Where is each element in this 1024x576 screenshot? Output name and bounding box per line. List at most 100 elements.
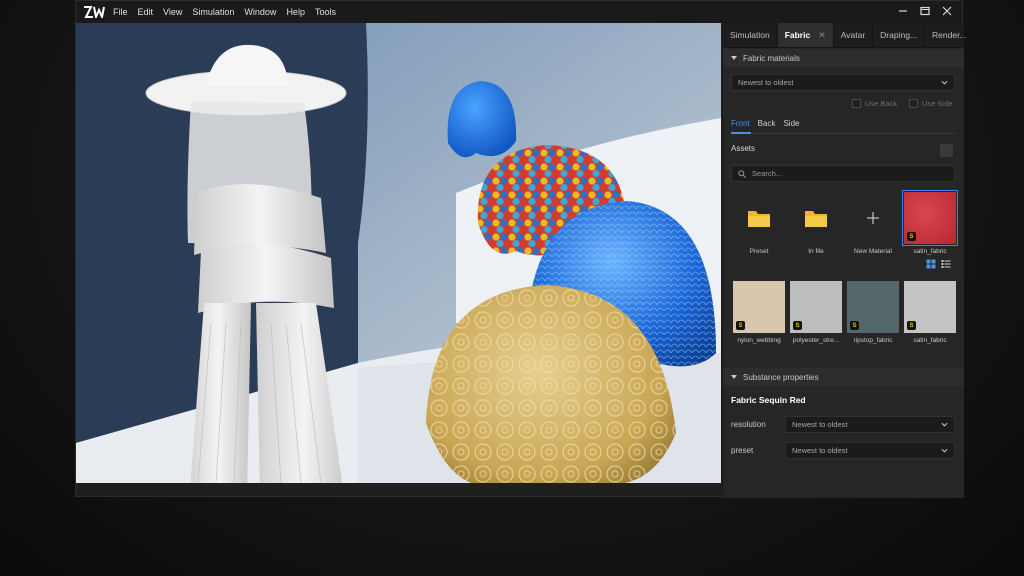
close-tab-icon[interactable]: ✕ (818, 30, 826, 41)
asset-nylon-webbing[interactable]: S nylon_webbing (733, 281, 785, 344)
folder-icon (748, 211, 770, 227)
asset-label: In file (808, 248, 824, 255)
search-icon (738, 170, 746, 178)
tab-avatar-label: Avatar (840, 30, 866, 40)
grid-view-icon[interactable] (926, 259, 936, 269)
menu-bar: File Edit View Simulation Window Help To… (112, 5, 337, 19)
substance-badge-icon: S (907, 232, 916, 241)
side-subtabs: Front Back Side (731, 119, 799, 128)
substance-properties-header[interactable]: Substance properties (723, 368, 964, 386)
substance-badge-icon: S (907, 321, 916, 330)
asset-thumb: S (733, 281, 785, 333)
substance-badge-icon: S (850, 321, 859, 330)
substance-badge-icon: S (793, 321, 802, 330)
chevron-down-icon (941, 422, 948, 427)
3d-viewport[interactable] (76, 23, 721, 483)
maximize-button[interactable] (918, 4, 932, 18)
menu-tools[interactable]: Tools (314, 5, 337, 19)
checkbox-box (909, 99, 918, 108)
plus-icon (867, 212, 879, 224)
preset-dropdown-value: Newest to oldest (792, 446, 848, 455)
properties-panel: Simulation Fabric ✕ Avatar Draping... Re… (722, 23, 975, 498)
view-mode-toggle (926, 259, 951, 269)
menu-window[interactable]: Window (243, 5, 277, 19)
asset-label: nylon_webbing (737, 337, 781, 344)
tab-draping[interactable]: Draping... (873, 23, 926, 47)
asset-thumb: S (790, 281, 842, 333)
substance-properties-title: Substance properties (743, 372, 819, 382)
sort-dropdown-value: Newest to oldest (738, 78, 794, 87)
resolution-label: resolution (731, 420, 766, 429)
tab-draping-label: Draping... (880, 30, 918, 40)
tab-fabric-label: Fabric (784, 30, 811, 40)
asset-label: satin_fabric (913, 337, 947, 344)
asset-label: satin_fabric (913, 248, 947, 255)
window-controls (896, 4, 954, 18)
assets-label: Assets (731, 144, 756, 153)
asset-label: polyester_stre... (792, 337, 840, 344)
use-side-label: Use Side (922, 99, 953, 108)
fabric-materials-header[interactable]: Fabric materials (723, 49, 964, 67)
list-view-icon[interactable] (941, 259, 951, 269)
minimize-button[interactable] (896, 4, 910, 18)
asset-thumb: S (847, 281, 899, 333)
asset-satin-fabric-selected[interactable]: S satin_fabric (902, 190, 958, 255)
asset-label: ripstop_fabric (853, 337, 893, 344)
asset-thumb (733, 192, 785, 244)
preset-label: preset (731, 446, 754, 455)
asset-preset[interactable]: Preset (733, 192, 785, 255)
subtab-active-indicator (731, 132, 751, 134)
panel-tabs: Simulation Fabric ✕ Avatar Draping... Re… (723, 23, 975, 48)
menu-simulation[interactable]: Simulation (191, 5, 235, 19)
menu-file[interactable]: File (112, 5, 129, 19)
close-window-button[interactable] (940, 4, 954, 18)
tab-simulation[interactable]: Simulation (723, 23, 778, 47)
maximize-icon (920, 6, 930, 16)
asset-thumb (790, 192, 842, 244)
fabric-materials-title: Fabric materials (743, 53, 800, 63)
preset-dropdown[interactable]: Newest to oldest (785, 442, 955, 459)
app-logo-icon (84, 6, 105, 18)
asset-thumb: S (902, 190, 958, 246)
menu-help[interactable]: Help (285, 5, 306, 19)
tab-render[interactable]: Render... (925, 23, 975, 47)
resolution-dropdown-value: Newest to oldest (792, 420, 848, 429)
asset-thumb: S (904, 281, 956, 333)
asset-satin-fabric-grey[interactable]: S satin_fabric (904, 281, 956, 344)
asset-new-material[interactable]: New Material (847, 192, 899, 255)
menu-view[interactable]: View (162, 5, 183, 19)
tab-simulation-label: Simulation (730, 30, 770, 40)
resolution-dropdown[interactable]: Newest to oldest (785, 416, 955, 433)
use-back-label: Use Back (865, 99, 898, 108)
search-placeholder: Search... (752, 169, 783, 178)
collapse-triangle-icon (731, 56, 737, 60)
substance-badge-icon: S (736, 321, 745, 330)
close-icon (942, 6, 952, 16)
use-side-checkbox[interactable]: Use Side (909, 99, 952, 108)
collapse-triangle-icon (731, 375, 737, 379)
subtabs-divider (731, 133, 957, 134)
asset-label: New Material (854, 248, 892, 255)
asset-polyester-stretch[interactable]: S polyester_stre... (790, 281, 842, 344)
sort-dropdown[interactable]: Newest to oldest (731, 74, 955, 91)
app-window: File Edit View Simulation Window Help To… (75, 0, 975, 498)
asset-ripstop-fabric[interactable]: S ripstop_fabric (847, 281, 899, 344)
tab-render-label: Render... (932, 30, 967, 40)
tab-fabric[interactable]: Fabric ✕ (777, 23, 834, 47)
assets-options-button[interactable] (940, 144, 953, 157)
substance-material-name: Fabric Sequin Red (731, 395, 806, 405)
viewport-scene (76, 23, 721, 483)
folder-icon (805, 211, 827, 227)
tab-avatar[interactable]: Avatar (834, 23, 874, 47)
asset-in-file[interactable]: In file (790, 192, 842, 255)
title-bar: File Edit View Simulation Window Help To… (76, 1, 962, 23)
chevron-down-icon (941, 80, 948, 85)
use-back-checkbox[interactable]: Use Back (852, 99, 897, 108)
subtab-side[interactable]: Side (783, 119, 799, 128)
subtab-front[interactable]: Front (731, 119, 750, 128)
asset-thumb (847, 192, 899, 244)
subtab-back[interactable]: Back (758, 119, 776, 128)
asset-search-input[interactable]: Search... (731, 165, 955, 182)
app-logo[interactable] (76, 1, 112, 23)
menu-edit[interactable]: Edit (137, 5, 155, 19)
